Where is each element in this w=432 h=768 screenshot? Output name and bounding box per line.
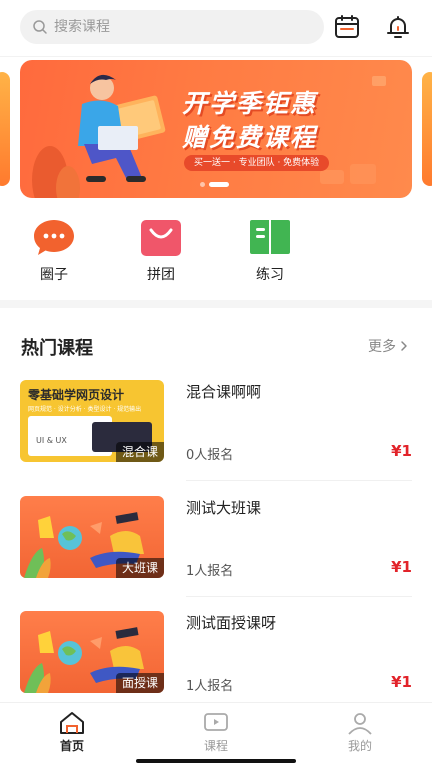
home-icon (60, 712, 84, 734)
search-icon (33, 20, 47, 34)
carousel-dot (200, 182, 205, 187)
quick-entry-label: 圈子 (40, 267, 68, 283)
tab-label: 首页 (59, 739, 84, 753)
course-price: ¥1 (391, 442, 412, 460)
calendar-icon[interactable] (333, 13, 361, 41)
chat-bubble-icon (34, 220, 74, 255)
row-divider (186, 480, 412, 481)
banner-carousel[interactable]: 开学季钜惠 赠免费课程 买一送一 · 专业团队 · 免费体验 (0, 60, 432, 198)
shopping-bag-icon (141, 220, 181, 256)
banner-slide[interactable]: 开学季钜惠 赠免费课程 买一送一 · 专业团队 · 免费体验 (20, 60, 412, 198)
enrolled-count: 0人报名 (186, 448, 234, 463)
bell-icon[interactable] (384, 13, 412, 41)
course-type-tag: 混合课 (115, 442, 164, 462)
course-type-tag: 面授课 (115, 673, 164, 693)
more-link-label: 更多 (368, 339, 396, 355)
banner-prev-peek[interactable] (0, 72, 10, 186)
quick-entry-label: 拼团 (147, 267, 175, 283)
course-type-tag: 大班课 (115, 558, 164, 578)
banner-subtitle: 买一送一 · 专业团队 · 免费体验 (184, 155, 330, 171)
banner-title-line2: 赠免费课程 (182, 123, 318, 152)
course-title: 测试面授课呀 (186, 614, 277, 632)
enrolled-count: 1人报名 (186, 564, 234, 579)
section-divider (0, 300, 432, 308)
thumb-card-text: UI & UX (36, 436, 67, 445)
course-price: ¥1 (391, 673, 412, 691)
enrolled-count: 1人报名 (186, 679, 234, 694)
course-price: ¥1 (391, 558, 412, 576)
course-thumbnail: 面授课 (20, 611, 164, 693)
thumb-heading: 零基础学网页设计 (28, 388, 125, 402)
quick-entry-practice[interactable]: 练习 (235, 218, 305, 286)
chevron-right-icon (401, 341, 407, 351)
course-title: 混合课啊啊 (186, 383, 262, 401)
more-link[interactable]: 更多 (368, 336, 410, 356)
top-bar (0, 0, 432, 56)
banner-title-line1: 开学季钜惠 (182, 89, 318, 118)
carousel-indicator (200, 182, 229, 187)
course-thumbnail: 零基础学网页设计 网页规范 · 设计分析 · 类型设计 · 规范输出 UI & … (20, 380, 164, 462)
section-title: 热门课程 (21, 338, 93, 359)
thumb-subheading: 网页规范 · 设计分析 · 类型设计 · 规范输出 (28, 406, 142, 413)
tab-courses[interactable]: 课程 (186, 711, 246, 754)
header-divider (0, 56, 432, 57)
quick-entry-label: 练习 (256, 267, 284, 283)
course-thumbnail: 大班课 (20, 496, 164, 578)
play-icon (204, 713, 228, 731)
tab-home[interactable]: 首页 (42, 711, 102, 754)
search-bar[interactable] (20, 10, 324, 44)
course-card[interactable]: 零基础学网页设计 网页规范 · 设计分析 · 类型设计 · 规范输出 UI & … (20, 380, 412, 481)
tab-profile[interactable]: 我的 (330, 711, 390, 754)
search-input[interactable] (54, 19, 294, 35)
course-card[interactable]: 面授课 测试面授课呀 1人报名 ¥1 (20, 611, 412, 695)
quick-entry-circle[interactable]: 圈子 (19, 218, 89, 286)
carousel-dot-active (209, 182, 229, 187)
course-title: 测试大班课 (186, 499, 262, 517)
course-card[interactable]: 大班课 测试大班课 1人报名 ¥1 (20, 496, 412, 597)
home-indicator (136, 759, 296, 763)
quick-entry-groupbuy[interactable]: 拼团 (126, 218, 196, 286)
tab-label: 课程 (203, 739, 228, 753)
tab-label: 我的 (347, 739, 372, 753)
row-divider (186, 596, 412, 597)
user-icon (348, 713, 372, 735)
banner-next-peek[interactable] (422, 72, 432, 186)
book-icon (250, 220, 290, 254)
